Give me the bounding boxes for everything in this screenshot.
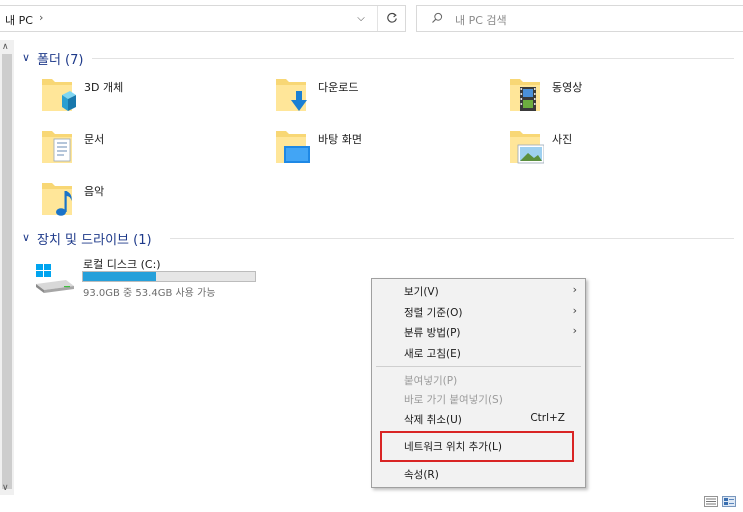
folder-label: 바탕 화면 bbox=[318, 133, 362, 146]
folder-label: 다운로드 bbox=[318, 81, 359, 94]
menu-item-group-by[interactable]: 분류 방법(P) › bbox=[372, 322, 585, 342]
scroll-up-icon[interactable]: ∧ bbox=[2, 42, 9, 52]
devices-section-header[interactable]: ∨ 장치 및 드라이브 (1) bbox=[20, 229, 740, 249]
submenu-arrow-icon: › bbox=[572, 304, 577, 317]
folder-label: 사진 bbox=[552, 133, 573, 146]
section-title: 폴더 (7) bbox=[37, 53, 84, 68]
folder-item-desktop[interactable]: 바탕 화면 bbox=[274, 127, 474, 171]
folder-item-music[interactable]: 음악 bbox=[40, 179, 240, 223]
menu-item-paste-shortcut[interactable]: 바로 가기 붙여넣기(S) bbox=[372, 389, 585, 409]
folder-item-pictures[interactable]: 사진 bbox=[508, 127, 708, 171]
menu-item-label: 분류 방법(P) bbox=[404, 327, 461, 339]
folder-label: 문서 bbox=[84, 133, 105, 146]
large-icons-view-icon[interactable] bbox=[722, 496, 736, 507]
folder-label: 동영상 bbox=[552, 81, 583, 94]
desktop-icon bbox=[276, 131, 310, 163]
refresh-icon bbox=[387, 12, 397, 23]
folder-item-3d-objects[interactable]: 3D 개체 bbox=[40, 75, 240, 119]
menu-item-label: 속성(R) bbox=[404, 469, 439, 481]
menu-separator bbox=[376, 366, 581, 367]
folder-item-documents[interactable]: 문서 bbox=[40, 127, 240, 171]
drive-name: 로컬 디스크 (C:) bbox=[83, 258, 161, 271]
drive-usage-bar bbox=[82, 271, 256, 282]
menu-item-properties[interactable]: 속성(R) bbox=[372, 464, 585, 484]
menu-item-sort-by[interactable]: 정렬 기준(O) › bbox=[372, 302, 585, 322]
context-menu: 보기(V) › 정렬 기준(O) › 분류 방법(P) › 새로 고침(E) 붙… bbox=[371, 278, 586, 488]
menu-item-label: 붙여넣기(P) bbox=[404, 375, 458, 387]
search-box[interactable]: 내 PC 검색 bbox=[416, 5, 743, 32]
downloads-icon bbox=[276, 79, 307, 111]
refresh-button[interactable] bbox=[377, 6, 405, 31]
documents-icon bbox=[42, 131, 72, 163]
address-dropdown-icon[interactable]: ⌵ bbox=[351, 9, 371, 29]
search-icon bbox=[432, 12, 443, 23]
submenu-arrow-icon: › bbox=[572, 324, 577, 337]
section-divider bbox=[170, 238, 734, 239]
drive-free-space: 93.0GB 중 53.4GB 사용 가능 bbox=[83, 288, 216, 299]
folder-label: 음악 bbox=[84, 185, 105, 198]
videos-icon bbox=[510, 79, 540, 111]
menu-item-shortcut: Ctrl+Z bbox=[530, 412, 565, 424]
menu-item-paste[interactable]: 붙여넣기(P) bbox=[372, 370, 585, 390]
3d-objects-icon bbox=[42, 79, 76, 111]
pictures-icon bbox=[510, 131, 544, 164]
menu-item-undo-delete[interactable]: 삭제 취소(U) Ctrl+Z bbox=[372, 409, 585, 429]
collapse-chevron-icon[interactable]: ∨ bbox=[22, 231, 30, 244]
folders-section-header[interactable]: ∨ 폴더 (7) bbox=[20, 49, 740, 69]
submenu-arrow-icon: › bbox=[572, 283, 577, 296]
music-icon bbox=[42, 183, 72, 216]
breadcrumb-chevron-icon[interactable]: › bbox=[39, 11, 43, 24]
folder-item-downloads[interactable]: 다운로드 bbox=[274, 75, 474, 119]
vertical-scrollbar[interactable]: ∧ ∨ bbox=[0, 40, 14, 495]
address-row: 내 PC › ⌵ 내 PC 검색 bbox=[0, 0, 743, 40]
drive-item-c[interactable]: 로컬 디스크 (C:) 93.0GB 중 53.4GB 사용 가능 bbox=[34, 256, 264, 300]
search-placeholder[interactable]: 내 PC 검색 bbox=[455, 12, 507, 28]
scroll-down-icon[interactable]: ∨ bbox=[2, 483, 9, 493]
menu-item-label: 정렬 기준(O) bbox=[404, 307, 463, 319]
local-disk-icon bbox=[36, 264, 74, 293]
menu-item-view[interactable]: 보기(V) › bbox=[372, 281, 585, 301]
details-view-icon[interactable] bbox=[704, 496, 718, 507]
address-location[interactable]: 내 PC bbox=[5, 12, 33, 28]
collapse-chevron-icon[interactable]: ∨ bbox=[22, 51, 30, 64]
folder-item-videos[interactable]: 동영상 bbox=[508, 75, 708, 119]
menu-item-label: 바로 가기 붙여넣기(S) bbox=[404, 394, 503, 406]
menu-item-label: 보기(V) bbox=[404, 286, 439, 298]
section-divider bbox=[92, 58, 734, 59]
menu-item-label: 새로 고침(E) bbox=[404, 348, 461, 360]
menu-item-refresh[interactable]: 새로 고침(E) bbox=[372, 343, 585, 363]
address-bar[interactable]: 내 PC › ⌵ bbox=[0, 5, 406, 32]
highlight-annotation bbox=[380, 431, 574, 462]
section-title: 장치 및 드라이브 (1) bbox=[37, 233, 152, 248]
drive-usage-fill bbox=[83, 272, 157, 281]
scrollbar-thumb[interactable] bbox=[2, 54, 12, 489]
menu-item-label: 삭제 취소(U) bbox=[404, 414, 462, 426]
folder-label: 3D 개체 bbox=[84, 81, 124, 94]
